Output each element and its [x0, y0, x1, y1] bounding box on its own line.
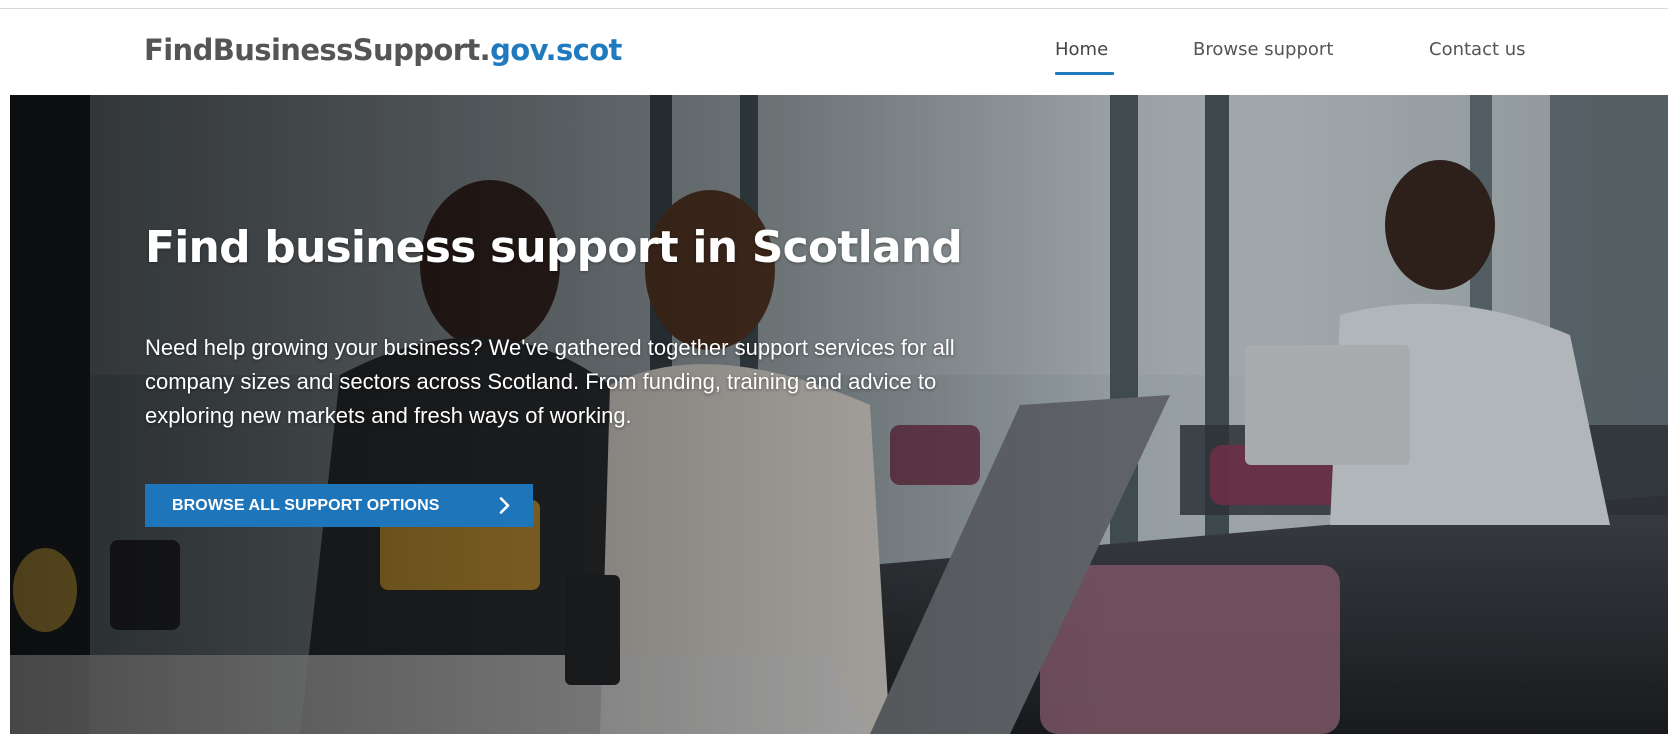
chevron-right-icon: [499, 497, 510, 514]
hero-description: Need help growing your business? We've g…: [145, 335, 955, 428]
nav-contact-us[interactable]: Contact us: [1429, 39, 1526, 60]
hero-banner: Find business support in Scotland Need h…: [10, 95, 1668, 734]
site-header: FindBusinessSupport.gov.scot Home Browse…: [0, 9, 1668, 95]
browse-all-support-button[interactable]: BROWSE ALL SUPPORT OPTIONS: [145, 484, 533, 527]
nav-home-active-indicator: [1055, 39, 1114, 75]
browse-all-support-label: BROWSE ALL SUPPORT OPTIONS: [172, 497, 440, 514]
nav-browse-support[interactable]: Browse support: [1193, 39, 1333, 60]
main-navigation: Home Browse support Contact us: [0, 9, 1668, 95]
hero-title: Find business support in Scotland: [145, 222, 963, 273]
